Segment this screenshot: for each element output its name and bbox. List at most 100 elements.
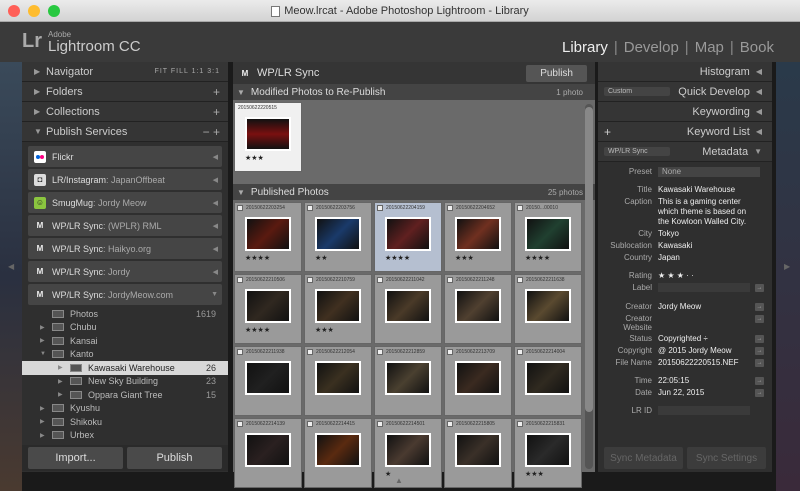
photo-cell[interactable]: 20150622215805 <box>444 418 512 488</box>
photo-cell[interactable]: 20150622211042 <box>374 274 442 344</box>
photo-cell[interactable]: 20150...00010 ★★★★ <box>514 202 582 272</box>
quick-develop-header[interactable]: Custom Quick Develop ◀ <box>598 82 772 102</box>
tree-item-kawasaki-warehouse[interactable]: ▶ Kawasaki Warehouse 26 <box>22 361 228 375</box>
publish-services-controls[interactable]: − + <box>203 125 220 139</box>
service-menu-icon[interactable]: ◀ <box>213 153 218 161</box>
publish-services-header[interactable]: ▼ Publish Services − + <box>22 122 228 142</box>
tree-item-kyushu[interactable]: ▶ Kyushu <box>22 402 228 416</box>
lrid-field[interactable] <box>658 406 750 415</box>
service-menu-icon[interactable]: ◀ <box>213 222 218 230</box>
field-action-icon[interactable]: → <box>755 377 764 385</box>
photo-checkbox[interactable] <box>517 277 523 283</box>
tree-item-photos[interactable]: Photos 1619 <box>22 307 228 321</box>
publish-left-button[interactable]: Publish <box>127 447 222 469</box>
field-action-icon[interactable]: → <box>755 335 764 343</box>
photo-cell[interactable]: 20150622210759 ★★★ <box>304 274 372 344</box>
modified-section-header[interactable]: ▼ Modified Photos to Re-Publish 1 photo <box>233 84 595 100</box>
photo-checkbox[interactable] <box>447 277 453 283</box>
field-action-icon[interactable]: → <box>755 347 764 355</box>
photo-cell[interactable]: 20150622214415 <box>304 418 372 488</box>
photo-checkbox[interactable] <box>447 205 453 211</box>
metadata-value[interactable]: Tokyo <box>658 229 772 239</box>
tree-item-chubu[interactable]: ▶ Chubu <box>22 321 228 335</box>
grid-scrollbar[interactable] <box>585 104 593 469</box>
service-menu-icon[interactable]: ◀ <box>213 199 218 207</box>
photo-cell[interactable]: 20150622213709 <box>444 346 512 416</box>
photo-checkbox[interactable] <box>517 349 523 355</box>
metadata-value[interactable]: Kawasaki Warehouse <box>658 185 772 195</box>
service-menu-icon[interactable]: ◀ <box>213 268 218 276</box>
add-keyword-icon[interactable]: + <box>604 125 611 139</box>
field-action-icon[interactable]: → <box>755 315 764 323</box>
photo-cell[interactable]: 20150622204159 ★★★★ <box>374 202 442 272</box>
tree-item-new-sky-building[interactable]: ▶ New Sky Building 23 <box>22 375 228 389</box>
histogram-header[interactable]: Histogram ◀ <box>598 62 772 82</box>
navigator-header[interactable]: ▶ Navigator FIT FILL 1:1 3:1 <box>22 62 228 82</box>
tree-item-kansai[interactable]: ▶ Kansai <box>22 334 228 348</box>
service-wplr-jordy[interactable]: M WP/LR Sync : Jordy ◀ <box>28 261 222 282</box>
field-action-icon[interactable]: → <box>755 359 764 367</box>
photo-cell[interactable]: 20150622204652 ★★★ <box>444 202 512 272</box>
module-develop[interactable]: Develop <box>624 39 679 56</box>
photo-checkbox[interactable] <box>237 277 243 283</box>
scroll-thumb[interactable] <box>585 107 593 412</box>
published-section-header[interactable]: ▼ Published Photos 25 photos <box>233 184 595 200</box>
photo-checkbox[interactable] <box>307 205 313 211</box>
tree-item-kanto[interactable]: ▼ Kanto <box>22 348 228 362</box>
service-menu-icon[interactable]: ▼ <box>211 291 218 298</box>
photo-checkbox[interactable] <box>237 205 243 211</box>
label-field[interactable] <box>658 283 750 292</box>
photo-cell[interactable]: 20150622210506 ★★★★ <box>234 274 302 344</box>
photo-checkbox[interactable] <box>447 421 453 427</box>
service-wplr-rml[interactable]: M WP/LR Sync : (WPLR) RML ◀ <box>28 215 222 236</box>
photo-cell[interactable]: 20150622203756 ★★ <box>304 202 372 272</box>
photo-checkbox[interactable] <box>307 349 313 355</box>
tree-item-shikoku[interactable]: ▶ Shikoku <box>22 415 228 429</box>
saved-preset-select[interactable]: Custom <box>604 87 670 96</box>
add-collection-icon[interactable]: + <box>213 105 220 119</box>
preset-select[interactable]: None <box>658 167 760 177</box>
photo-cell[interactable]: 20150622214501 ★ <box>374 418 442 488</box>
module-library[interactable]: Library <box>562 39 608 56</box>
filmstrip-toggle-icon[interactable]: ▲ <box>395 476 403 485</box>
folders-header[interactable]: ▶ Folders + <box>22 82 228 102</box>
photo-cell[interactable]: 20150622215831 ★★★ <box>514 418 582 488</box>
sync-metadata-button[interactable]: Sync Metadata <box>604 447 683 469</box>
photo-cell[interactable]: 20150622212054 <box>304 346 372 416</box>
photo-checkbox[interactable] <box>377 277 383 283</box>
photo-cell[interactable]: 20150622211248 <box>444 274 512 344</box>
photo-cell[interactable]: 20150622212859 <box>374 346 442 416</box>
import-button[interactable]: Import... <box>28 447 123 469</box>
left-panel-toggle-icon[interactable]: ◀ <box>8 262 14 271</box>
photo-checkbox[interactable] <box>237 421 243 427</box>
module-book[interactable]: Book <box>740 39 774 56</box>
photo-cell[interactable]: 20150622214004 <box>514 346 582 416</box>
photo-checkbox[interactable] <box>447 349 453 355</box>
nav-zoom-controls[interactable]: FIT FILL 1:1 3:1 <box>155 68 220 75</box>
field-action-icon[interactable]: → <box>755 284 764 292</box>
photo-checkbox[interactable] <box>307 421 313 427</box>
publish-button[interactable]: Publish <box>526 64 587 82</box>
tree-item-urbex[interactable]: ▶ Urbex <box>22 429 228 443</box>
service-menu-icon[interactable]: ◀ <box>213 245 218 253</box>
photo-cell[interactable]: 20150622211938 <box>234 346 302 416</box>
service-wplr-haikyo[interactable]: M WP/LR Sync : Haikyo.org ◀ <box>28 238 222 259</box>
add-folder-icon[interactable]: + <box>213 85 220 99</box>
tree-item-oppara-giant-tree[interactable]: ▶ Oppara Giant Tree 15 <box>22 388 228 402</box>
modified-photo-cell[interactable]: 20150622220515 ★★★ <box>234 102 302 172</box>
field-action-icon[interactable]: → <box>755 303 764 311</box>
photo-checkbox[interactable] <box>377 349 383 355</box>
service-flickr[interactable]: Flickr ◀ <box>28 146 222 167</box>
photo-checkbox[interactable] <box>517 205 523 211</box>
service-smugmug[interactable]: ☺ SmugMug : Jordy Meow ◀ <box>28 192 222 213</box>
collections-header[interactable]: ▶ Collections + <box>22 102 228 122</box>
photo-cell[interactable]: 20150622214139 <box>234 418 302 488</box>
photo-checkbox[interactable] <box>517 421 523 427</box>
metadata-value[interactable]: Japan <box>658 253 772 263</box>
zoom-window-button[interactable] <box>48 5 60 17</box>
keywording-header[interactable]: Keywording ◀ <box>598 102 772 122</box>
photo-cell[interactable]: 20150622211638 <box>514 274 582 344</box>
metadata-value[interactable]: This is a gaming center which theme is b… <box>658 197 772 227</box>
service-menu-icon[interactable]: ◀ <box>213 176 218 184</box>
metadata-value[interactable]: Kawasaki <box>658 241 772 251</box>
